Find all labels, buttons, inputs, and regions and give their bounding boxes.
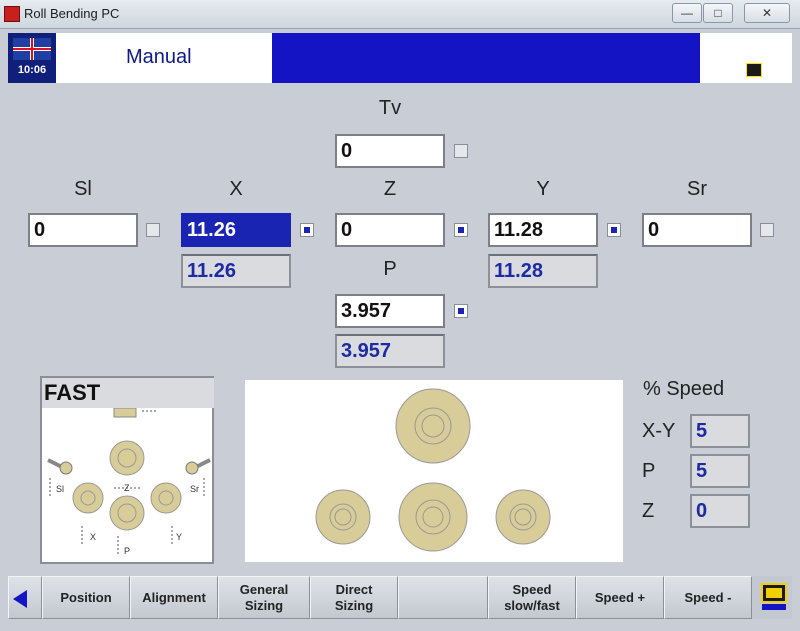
alignment-button[interactable]: Alignment bbox=[130, 576, 218, 619]
clock: 10:06 bbox=[17, 64, 47, 76]
speed-minus-button[interactable]: Speed - bbox=[664, 576, 752, 619]
speed-plus-button[interactable]: Speed + bbox=[576, 576, 664, 619]
machine-logo-icon bbox=[761, 583, 787, 610]
bottom-toolbar: Position Alignment General Sizing Direct… bbox=[8, 576, 792, 619]
p-readout: 3.957 bbox=[335, 334, 445, 368]
title-bar[interactable]: Roll Bending PC — □ ✕ bbox=[0, 0, 800, 29]
machine-diagram-panel: FAST Sl Sr Z X Y P bbox=[40, 376, 214, 564]
left-roll bbox=[315, 489, 371, 545]
diag-p-label: P bbox=[124, 546, 130, 556]
sl-input[interactable]: 0 bbox=[28, 213, 138, 247]
language-selector[interactable]: 10:06 bbox=[8, 33, 56, 83]
top-roll bbox=[395, 388, 471, 464]
app-icon bbox=[4, 6, 20, 22]
minimize-button[interactable]: — bbox=[672, 3, 702, 23]
speed-title: % Speed bbox=[643, 378, 725, 400]
right-roll bbox=[495, 489, 551, 545]
y-label: Y bbox=[536, 178, 550, 200]
diag-y-label: Y bbox=[176, 532, 182, 542]
roll-view bbox=[315, 388, 551, 552]
y-checkbox[interactable] bbox=[607, 223, 621, 237]
diag-sl-label: Sl bbox=[56, 484, 64, 494]
back-arrow-icon bbox=[13, 590, 27, 608]
sr-input[interactable]: 0 bbox=[642, 213, 752, 247]
speed-slow-fast-button[interactable]: Speed slow/fast bbox=[488, 576, 576, 619]
sl-checkbox[interactable] bbox=[146, 223, 160, 237]
p-checkbox[interactable] bbox=[454, 304, 468, 318]
maximize-button[interactable]: □ bbox=[703, 3, 733, 23]
z-label: Z bbox=[383, 178, 397, 200]
x-input[interactable]: 11.26 bbox=[181, 213, 291, 247]
header-status-panel bbox=[700, 33, 792, 83]
mode-title: Manual bbox=[126, 46, 192, 68]
y-readout: 11.28 bbox=[488, 254, 598, 288]
speed-p-label: P bbox=[642, 460, 656, 482]
tv-label: Tv bbox=[378, 97, 402, 119]
window-title: Roll Bending PC bbox=[24, 6, 120, 21]
back-button[interactable] bbox=[8, 576, 42, 619]
speed-xy-value[interactable]: 5 bbox=[690, 414, 750, 448]
speed-p-value[interactable]: 5 bbox=[690, 454, 750, 488]
header-bar: 10:06 Manual bbox=[8, 33, 792, 83]
machine-diagram: Sl Sr Z X Y P bbox=[47, 408, 211, 556]
y-input[interactable]: 11.28 bbox=[488, 213, 598, 247]
roll-view-panel bbox=[245, 380, 623, 562]
direct-sizing-button[interactable]: Direct Sizing bbox=[310, 576, 398, 619]
fast-mode-label: FAST bbox=[42, 378, 214, 408]
z-checkbox[interactable] bbox=[454, 223, 468, 237]
p-input[interactable]: 3.957 bbox=[335, 294, 445, 328]
status-icon bbox=[746, 63, 762, 77]
close-button[interactable]: ✕ bbox=[744, 3, 790, 23]
p-label: P bbox=[383, 258, 397, 280]
sr-checkbox[interactable] bbox=[760, 223, 774, 237]
diag-x-label: X bbox=[90, 532, 96, 542]
bottom-roll bbox=[398, 482, 468, 552]
tv-input[interactable]: 0 bbox=[335, 134, 445, 168]
diag-sr-label: Sr bbox=[190, 484, 199, 494]
speed-z-label: Z bbox=[642, 500, 655, 522]
position-button[interactable]: Position bbox=[42, 576, 130, 619]
x-checkbox[interactable] bbox=[300, 223, 314, 237]
speed-xy-label: X-Y bbox=[642, 420, 676, 442]
mode-panel: Manual bbox=[56, 33, 272, 83]
z-input[interactable]: 0 bbox=[335, 213, 445, 247]
speed-z-value[interactable]: 0 bbox=[690, 494, 750, 528]
x-label: X bbox=[229, 178, 243, 200]
sl-label: Sl bbox=[74, 178, 92, 200]
empty-toolbar-button[interactable] bbox=[398, 576, 488, 619]
sr-label: Sr bbox=[687, 178, 707, 200]
tv-checkbox[interactable] bbox=[454, 144, 468, 158]
uk-flag-icon bbox=[13, 38, 51, 60]
x-readout: 11.26 bbox=[181, 254, 291, 288]
app-window: Roll Bending PC — □ ✕ 10:06 Manual Tv 0 … bbox=[0, 0, 800, 631]
diag-z-label: Z bbox=[124, 483, 130, 493]
general-sizing-button[interactable]: General Sizing bbox=[218, 576, 310, 619]
